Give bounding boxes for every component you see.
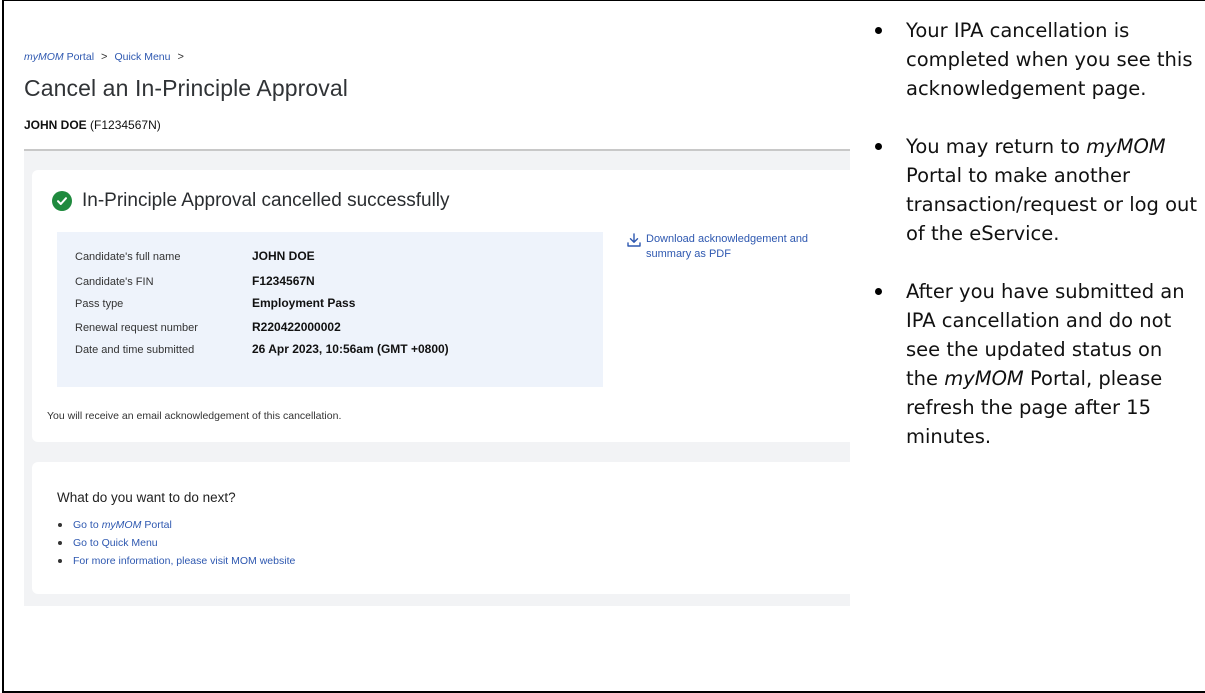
next-steps-list: Go to myMOM Portal Go to Quick Menu For …: [58, 519, 295, 573]
breadcrumb: myMOM Portal > Quick Menu >: [24, 51, 191, 63]
instruction-item: You may return to myMOM Portal to make a…: [870, 132, 1200, 248]
bullet-dot: [58, 541, 62, 545]
summary-row: Date and time submitted 26 Apr 2023, 10:…: [75, 342, 449, 356]
success-title: In-Principle Approval cancelled successf…: [82, 190, 450, 211]
download-label-line2: summary as PDF: [646, 248, 731, 260]
user-name: JOHN DOE: [24, 118, 87, 132]
summary-label: Candidate's full name: [75, 251, 181, 263]
breadcrumb-quick-menu-link[interactable]: Quick Menu: [114, 51, 170, 63]
summary-label: Candidate's FIN: [75, 276, 154, 288]
bullet-dot: [875, 27, 882, 34]
result-card: In-Principle Approval cancelled successf…: [32, 170, 850, 442]
instruction-item: After you have submitted an IPA cancella…: [870, 277, 1200, 451]
email-note: You will receive an email acknowledgemen…: [47, 410, 342, 422]
page-title: Cancel an In-Principle Approval: [24, 75, 348, 101]
summary-value: JOHN DOE: [252, 249, 315, 263]
bullet-dot: [875, 143, 882, 150]
document-table: myMOM Portal > Quick Menu > Cancel an In…: [0, 0, 1205, 693]
summary-row: Candidate's full name JOHN DOE: [75, 249, 315, 263]
next-steps-title: What do you want to do next?: [57, 490, 236, 505]
next-steps-card: What do you want to do next? Go to myMOM…: [32, 462, 850, 594]
instructions-list: Your IPA cancellation is completed when …: [870, 16, 1200, 480]
summary-row: Pass type Employment Pass: [75, 296, 355, 310]
summary-row: Renewal request number R220422000002: [75, 320, 341, 334]
user-fin: (F1234567N): [90, 118, 161, 132]
bullet-dot: [58, 523, 62, 527]
summary-value: 26 Apr 2023, 10:56am (GMT +0800): [252, 342, 449, 356]
download-pdf-link[interactable]: Download acknowledgement and summary as …: [626, 232, 846, 262]
bullet-dot: [875, 288, 882, 295]
success-heading: In-Principle Approval cancelled successf…: [52, 190, 450, 212]
bullet-dot: [58, 559, 62, 563]
breadcrumb-separator: >: [177, 51, 184, 63]
breadcrumb-portal-link[interactable]: myMOM Portal: [24, 51, 94, 63]
goto-quick-menu-link[interactable]: Go to Quick Menu: [58, 537, 295, 549]
summary-label: Pass type: [75, 298, 124, 310]
summary-label: Date and time submitted: [75, 344, 195, 356]
user-identity: JOHN DOE (F1234567N): [24, 118, 161, 132]
acknowledgement-screenshot: myMOM Portal > Quick Menu > Cancel an In…: [24, 43, 850, 608]
screenshot-cell: myMOM Portal > Quick Menu > Cancel an In…: [2, 0, 862, 693]
breadcrumb-separator: >: [101, 51, 108, 63]
summary-label: Renewal request number: [75, 322, 198, 334]
summary-box: Candidate's full name JOHN DOE Candidate…: [57, 232, 603, 387]
instruction-item: Your IPA cancellation is completed when …: [870, 16, 1200, 103]
summary-value: R220422000002: [252, 320, 341, 334]
summary-row: Candidate's FIN F1234567N: [75, 274, 315, 288]
mom-website-link[interactable]: For more information, please visit MOM w…: [58, 555, 295, 567]
check-circle-icon: [52, 191, 72, 211]
download-icon: [626, 232, 642, 262]
summary-value: Employment Pass: [252, 296, 356, 310]
goto-portal-link[interactable]: Go to myMOM Portal: [58, 519, 295, 531]
summary-value: F1234567N: [252, 274, 315, 288]
download-label-line1: Download acknowledgement and: [646, 233, 809, 245]
